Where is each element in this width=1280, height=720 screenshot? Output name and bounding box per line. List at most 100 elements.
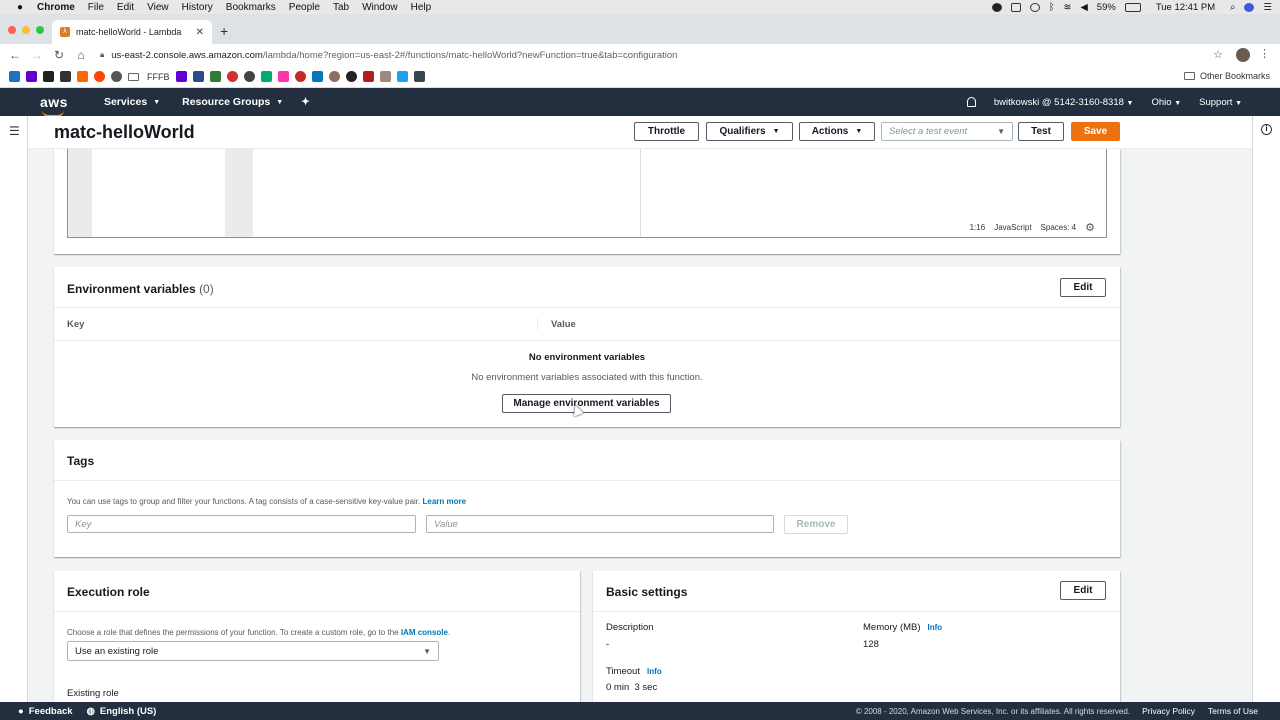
profile-avatar[interactable] <box>1236 48 1250 62</box>
menu-tab[interactable]: Tab <box>333 2 349 13</box>
qualifiers-button[interactable]: Qualifiers ▼ <box>706 122 793 141</box>
bookmark-icon[interactable] <box>379 71 391 82</box>
bookmark-icon[interactable] <box>243 71 255 82</box>
actions-button[interactable]: Actions ▼ <box>799 122 875 141</box>
menu-people[interactable]: People <box>289 2 320 13</box>
bookmark-icon[interactable] <box>9 71 20 82</box>
bookmark-icon[interactable] <box>43 71 54 82</box>
account-menu[interactable]: bwitkowski @ 5142-3160-8318 ▼ <box>994 97 1134 108</box>
bookmark-icon[interactable] <box>328 71 340 82</box>
tab-close-icon[interactable]: ✕ <box>196 27 204 38</box>
reload-icon[interactable]: ↻ <box>48 48 70 62</box>
menu-help[interactable]: Help <box>411 2 432 13</box>
bookmark-icon[interactable] <box>277 71 289 82</box>
timeout-info-link[interactable]: Info <box>647 667 662 676</box>
home-icon[interactable]: ⌂ <box>70 48 92 62</box>
back-icon[interactable]: ← <box>4 48 26 62</box>
support-menu[interactable]: Support ▼ <box>1199 97 1242 108</box>
menu-hamburger-icon[interactable]: ☰ <box>9 124 20 138</box>
forward-icon[interactable]: → <box>26 48 48 62</box>
menu-app-chrome[interactable]: Chrome <box>37 2 75 13</box>
menu-view[interactable]: View <box>147 2 169 13</box>
control-center-icon[interactable]: ☰ <box>1263 2 1272 13</box>
bookmark-icon[interactable] <box>111 71 122 82</box>
services-menu[interactable]: Services ▼ <box>104 96 160 108</box>
airplay-icon[interactable] <box>1010 2 1021 12</box>
bookmark-star-icon[interactable]: ☆ <box>1213 48 1223 61</box>
time-machine-icon[interactable] <box>1029 2 1040 12</box>
bookmark-icon[interactable] <box>77 71 88 82</box>
battery-icon[interactable] <box>1124 2 1141 12</box>
cursor-position[interactable]: 1:16 <box>970 223 986 232</box>
terms-of-use-link[interactable]: Terms of Use <box>1208 706 1258 716</box>
pin-icon[interactable]: ✦ <box>301 96 310 108</box>
bookmark-icon[interactable] <box>396 71 408 82</box>
menu-bookmarks[interactable]: Bookmarks <box>226 2 276 13</box>
record-icon[interactable] <box>991 2 1002 12</box>
wifi-icon[interactable]: ≋ <box>1064 2 1072 13</box>
bookmark-icon[interactable] <box>209 71 221 82</box>
learn-more-link[interactable]: Learn more <box>422 497 466 506</box>
browser-tab[interactable]: λ matc-helloWorld - Lambda ✕ <box>52 20 212 44</box>
test-event-select[interactable]: Select a test event ▼ <box>881 122 1013 141</box>
lock-icon[interactable]: 🔒︎ <box>100 50 104 60</box>
bookmark-icon[interactable] <box>260 71 272 82</box>
basic-settings-edit-button[interactable]: Edit <box>1060 581 1106 600</box>
bookmark-fffb[interactable]: FFFB <box>147 72 170 82</box>
notification-bell-icon[interactable] <box>966 97 976 107</box>
minimize-window-button[interactable] <box>22 26 30 34</box>
bookmark-icon[interactable] <box>294 71 306 82</box>
tag-key-input[interactable]: Key <box>67 515 416 533</box>
gear-icon[interactable]: ⚙ <box>1085 221 1095 234</box>
aws-logo[interactable]: aws <box>40 94 68 117</box>
menu-history[interactable]: History <box>182 2 213 13</box>
clock[interactable]: Tue 12:41 PM <box>1156 2 1215 13</box>
manage-env-vars-button[interactable]: Manage environment variables <box>502 394 671 413</box>
bookmark-icon[interactable] <box>362 71 374 82</box>
other-bookmarks[interactable]: Other Bookmarks <box>1183 71 1270 81</box>
role-select[interactable]: Use an existing role ▼ <box>67 641 439 661</box>
bookmark-icon[interactable] <box>226 71 238 82</box>
bluetooth-icon[interactable]: ᛒ <box>1049 2 1055 13</box>
throttle-button[interactable]: Throttle <box>634 122 699 141</box>
browser-menu-icon[interactable]: ⋮ <box>1259 47 1270 60</box>
editor-language[interactable]: JavaScript <box>994 223 1031 232</box>
privacy-policy-link[interactable]: Privacy Policy <box>1142 706 1195 716</box>
folder-icon[interactable] <box>128 72 139 81</box>
new-tab-icon[interactable]: + <box>220 23 228 39</box>
iam-console-link[interactable]: IAM console <box>401 628 448 637</box>
bookmark-icon[interactable] <box>26 71 37 82</box>
bookmark-icon[interactable] <box>60 71 71 82</box>
menu-edit[interactable]: Edit <box>117 2 134 13</box>
search-icon[interactable]: ⌕ <box>1230 2 1235 13</box>
other-bookmarks-label: Other Bookmarks <box>1199 71 1270 81</box>
bookmark-icon[interactable] <box>94 71 105 82</box>
apple-icon[interactable]: ● <box>13 2 27 13</box>
env-vars-edit-button[interactable]: Edit <box>1060 278 1106 297</box>
remove-tag-button[interactable]: Remove <box>784 515 848 534</box>
code-editor[interactable]: 1:16 JavaScript Spaces: 4 ⚙ <box>67 149 1107 238</box>
region-menu[interactable]: Ohio ▼ <box>1151 97 1181 108</box>
bookmark-icon[interactable] <box>345 71 357 82</box>
siri-icon[interactable] <box>1244 2 1255 12</box>
close-window-button[interactable] <box>8 26 16 34</box>
feedback-link[interactable]: ● Feedback <box>18 706 73 717</box>
memory-info-link[interactable]: Info <box>928 623 943 632</box>
save-button[interactable]: Save <box>1071 122 1120 141</box>
language-selector[interactable]: ◍ English (US) <box>87 706 157 717</box>
url-field[interactable]: 🔒︎ us-east-2.console.aws.amazon.com/lamb… <box>100 46 1230 64</box>
zoom-window-button[interactable] <box>36 26 44 34</box>
test-button[interactable]: Test <box>1018 122 1064 141</box>
bookmark-icon[interactable] <box>192 71 204 82</box>
bookmark-icon[interactable] <box>175 71 187 82</box>
bookmark-icon[interactable] <box>311 71 323 82</box>
editor-split-divider[interactable] <box>640 149 641 237</box>
bookmark-icon[interactable] <box>413 71 425 82</box>
resource-groups-menu[interactable]: Resource Groups ▼ <box>182 96 283 108</box>
menu-window[interactable]: Window <box>362 2 398 13</box>
info-icon[interactable]: i <box>1261 124 1272 135</box>
tag-value-input[interactable]: Value <box>426 515 774 533</box>
menu-file[interactable]: File <box>88 2 104 13</box>
editor-indentation[interactable]: Spaces: 4 <box>1041 223 1077 232</box>
volume-icon[interactable]: ◀ <box>1080 2 1087 13</box>
